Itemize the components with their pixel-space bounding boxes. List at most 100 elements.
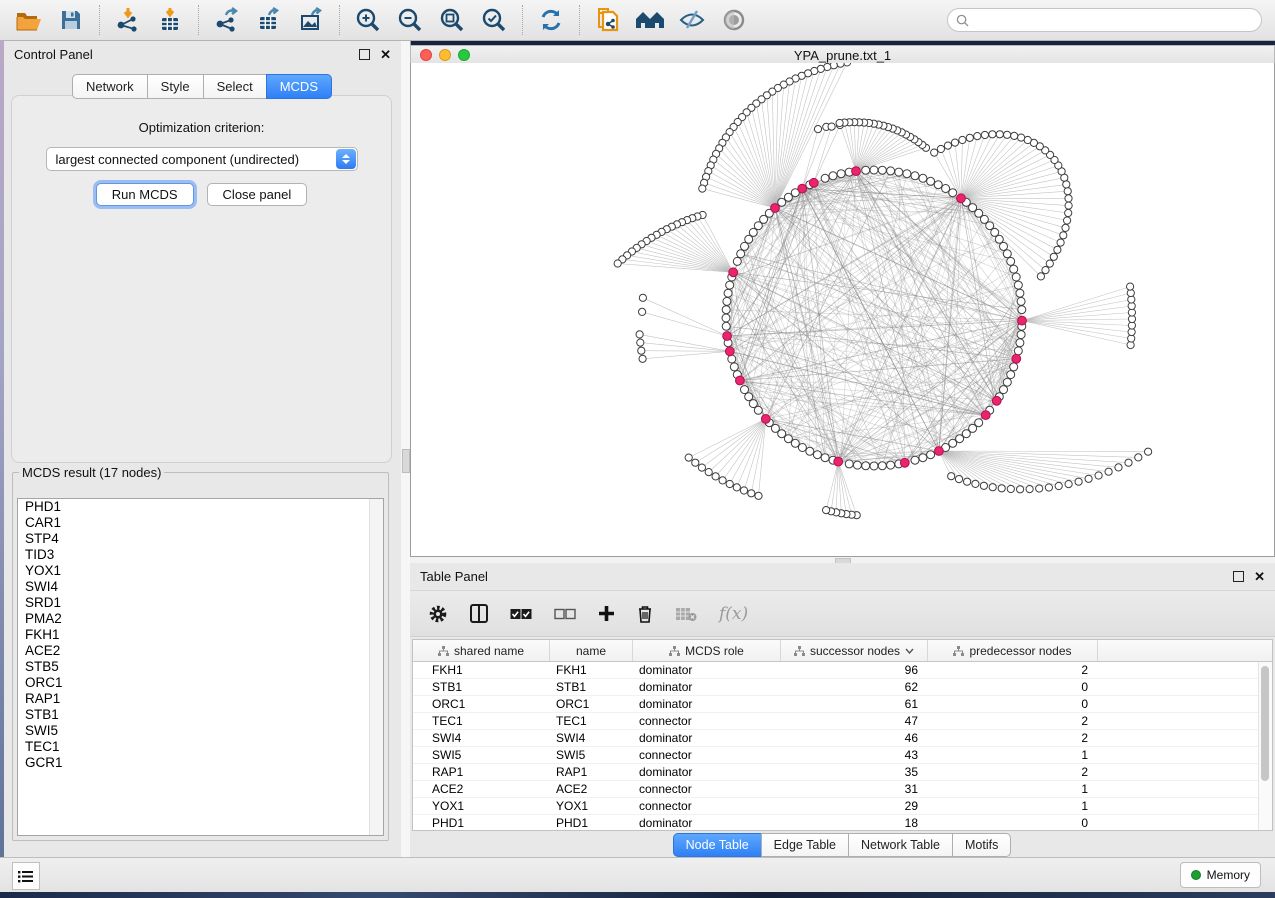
column-header-shared-name[interactable]: shared name: [413, 640, 550, 661]
tab-style[interactable]: Style: [147, 74, 204, 99]
table-row[interactable]: SWI5SWI5connector431: [413, 747, 1272, 764]
memory-button[interactable]: Memory: [1180, 862, 1261, 888]
export-image-button[interactable]: [290, 3, 332, 37]
mcds-result-item[interactable]: CAR1: [18, 515, 383, 531]
export-table-icon: [256, 7, 282, 33]
task-history-button[interactable]: [12, 862, 40, 890]
mcds-result-item[interactable]: PHD1: [18, 499, 383, 515]
result-scrollbar[interactable]: [369, 499, 383, 835]
tab-node-table[interactable]: Node Table: [673, 833, 762, 857]
run-mcds-button[interactable]: Run MCDS: [96, 183, 194, 206]
tab-mcds[interactable]: MCDS: [266, 74, 332, 99]
mcds-result-title: MCDS result (17 nodes): [19, 465, 164, 480]
table-row[interactable]: PHD1PHD1dominator180: [413, 815, 1272, 831]
mcds-result-item[interactable]: SWI4: [18, 579, 383, 595]
column-header-MCDS-role[interactable]: MCDS role: [633, 640, 781, 661]
mcds-result-item[interactable]: ORC1: [18, 675, 383, 691]
cell-name: TEC1: [550, 714, 633, 728]
deselect-all-rows-button[interactable]: [554, 608, 576, 620]
delete-column-button[interactable]: [637, 604, 653, 623]
import-table-button[interactable]: [149, 3, 191, 37]
mcds-result-item[interactable]: STB5: [18, 659, 383, 675]
mcds-result-item[interactable]: STP4: [18, 531, 383, 547]
open-session-button[interactable]: [8, 3, 50, 37]
mcds-result-item[interactable]: FKH1: [18, 627, 383, 643]
table-scrollbar[interactable]: [1258, 662, 1272, 830]
mcds-result-item[interactable]: TID3: [18, 547, 383, 563]
column-header-predecessor-nodes[interactable]: predecessor nodes: [928, 640, 1098, 661]
import-network-button[interactable]: [107, 3, 149, 37]
table-row[interactable]: YOX1YOX1connector291: [413, 798, 1272, 815]
import-network-icon: [115, 7, 141, 33]
show-all-button[interactable]: [713, 3, 755, 37]
share-document-button[interactable]: [587, 3, 629, 37]
zoom-in-button[interactable]: [347, 3, 389, 37]
save-session-button[interactable]: [50, 3, 92, 37]
table-row[interactable]: ACE2ACE2connector311: [413, 781, 1272, 798]
table-settings-button[interactable]: [428, 604, 448, 624]
mcds-result-item[interactable]: TEC1: [18, 739, 383, 755]
tab-edge-table[interactable]: Edge Table: [761, 833, 849, 857]
mcds-result-item[interactable]: GCR1: [18, 755, 383, 771]
mcds-result-item[interactable]: SWI5: [18, 723, 383, 739]
mcds-result-item[interactable]: PMA2: [18, 611, 383, 627]
zoom-out-button[interactable]: [389, 3, 431, 37]
close-panel-icon[interactable]: ✕: [380, 48, 391, 61]
export-table-button[interactable]: [248, 3, 290, 37]
cell-successor-nodes: 62: [781, 680, 928, 694]
search-input[interactable]: [974, 12, 1261, 28]
cell-name: ORC1: [550, 697, 633, 711]
table-row[interactable]: SWI4SWI4dominator462: [413, 730, 1272, 747]
network-window-titlebar[interactable]: YPA_prune.txt_1: [410, 45, 1275, 65]
cell-predecessor-nodes: 1: [928, 782, 1098, 796]
cell-MCDS-role: connector: [633, 782, 781, 796]
cell-predecessor-nodes: 1: [928, 799, 1098, 813]
table-row[interactable]: FKH1FKH1dominator962: [413, 662, 1272, 679]
refresh-layout-button[interactable]: [530, 3, 572, 37]
cell-predecessor-nodes: 1: [928, 748, 1098, 762]
main-toolbar: [0, 0, 1275, 41]
cell-successor-nodes: 47: [781, 714, 928, 728]
mcds-result-item[interactable]: ACE2: [18, 643, 383, 659]
mcds-result-item[interactable]: SRD1: [18, 595, 383, 611]
criterion-select[interactable]: largest connected component (undirected): [46, 147, 358, 171]
control-panel: Control Panel ✕ NetworkStyleSelectMCDS O…: [4, 41, 401, 858]
first-neighbors-button[interactable]: [629, 3, 671, 37]
search-field[interactable]: [947, 8, 1262, 32]
attribute-type-icon: [669, 646, 680, 656]
float-panel-icon[interactable]: [1233, 571, 1244, 582]
table-row[interactable]: RAP1RAP1dominator352: [413, 764, 1272, 781]
mcds-result-item[interactable]: YOX1: [18, 563, 383, 579]
cell-successor-nodes: 61: [781, 697, 928, 711]
hide-selected-button[interactable]: [671, 3, 713, 37]
tab-motifs[interactable]: Motifs: [952, 833, 1011, 857]
zoom-selected-button[interactable]: [473, 3, 515, 37]
select-all-rows-button[interactable]: [510, 608, 532, 620]
splitter-grip[interactable]: [402, 449, 410, 473]
scrollbar-thumb[interactable]: [1261, 666, 1269, 781]
close-panel-button[interactable]: Close panel: [207, 183, 308, 206]
gear-icon: [428, 604, 448, 624]
column-header-name[interactable]: name: [550, 640, 633, 661]
float-panel-icon[interactable]: [359, 49, 370, 60]
tab-network[interactable]: Network: [72, 74, 148, 99]
cell-predecessor-nodes: 0: [928, 680, 1098, 694]
network-canvas[interactable]: [410, 63, 1275, 557]
add-column-button[interactable]: [598, 605, 615, 622]
column-header-successor-nodes[interactable]: successor nodes: [781, 640, 928, 661]
cell-shared-name: SWI4: [413, 731, 550, 745]
tab-network-table[interactable]: Network Table: [848, 833, 953, 857]
column-visibility-button[interactable]: [470, 604, 488, 623]
mcds-result-list[interactable]: PHD1CAR1STP4TID3YOX1SWI4SRD1PMA2FKH1ACE2…: [17, 498, 384, 836]
zoom-fit-button[interactable]: [431, 3, 473, 37]
cell-successor-nodes: 18: [781, 816, 928, 830]
tab-select[interactable]: Select: [203, 74, 267, 99]
mcds-result-item[interactable]: RAP1: [18, 691, 383, 707]
export-network-button[interactable]: [206, 3, 248, 37]
table-row[interactable]: TEC1TEC1connector472: [413, 713, 1272, 730]
cell-MCDS-role: connector: [633, 748, 781, 762]
table-row[interactable]: STB1STB1dominator620: [413, 679, 1272, 696]
close-panel-icon[interactable]: ✕: [1254, 570, 1265, 583]
table-row[interactable]: ORC1ORC1dominator610: [413, 696, 1272, 713]
mcds-result-item[interactable]: STB1: [18, 707, 383, 723]
